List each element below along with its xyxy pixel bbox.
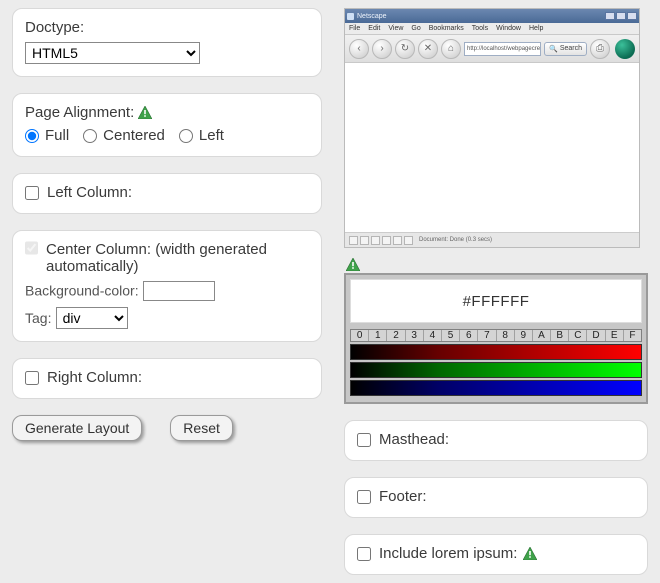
tag-label: Tag: [25,310,51,326]
align-left-radio[interactable] [179,129,193,143]
align-centered-option[interactable]: Centered [83,127,165,144]
rightcol-checkbox[interactable] [25,371,39,385]
preview-titlebar: Netscape [345,9,639,23]
preview-toolbar: ‹ › ↻ ✕ ⌂ http://localhost/webpagecreato… [345,35,639,63]
alignment-label: Page Alignment: [25,104,134,121]
leftcol-checkbox[interactable] [25,186,39,200]
tag-select[interactable]: div [56,307,128,329]
leftcol-label: Left Column: [47,184,132,201]
leftcol-panel: Left Column: [12,173,322,214]
warning-icon [346,258,360,271]
footer-panel: Footer: [344,477,648,518]
lorem-label: Include lorem ipsum: [379,545,517,562]
preview-menubar: File Edit View Go Bookmarks Tools Window… [345,23,639,35]
doctype-select[interactable]: HTML5 [25,42,200,64]
lorem-checkbox[interactable] [357,547,371,561]
rightcol-panel: Right Column: [12,358,322,399]
footer-label: Footer: [379,488,427,505]
preview-canvas [345,63,639,233]
doctype-panel: Doctype: HTML5 [12,8,322,77]
color-swatch: #FFFFFF [350,279,642,323]
address-bar: http://localhost/webpagecreator/index1.p… [464,42,541,56]
bgcolor-label: Background-color: [25,283,139,299]
blue-gradient[interactable] [350,380,642,396]
centercol-checkbox [25,241,38,255]
forward-icon: › [372,39,392,59]
browser-preview: Netscape File Edit View Go Bookmarks Too… [344,8,640,248]
red-gradient[interactable] [350,344,642,360]
alignment-panel: Page Alignment: Full Centered Left [12,93,322,157]
color-palette: #FFFFFF 0 1 2 3 4 5 6 7 8 9 A B C D E F [344,273,648,404]
lorem-panel: Include lorem ipsum: [344,534,648,575]
green-gradient[interactable] [350,362,642,378]
reload-icon: ↻ [395,39,415,59]
rightcol-label: Right Column: [47,369,142,386]
hex-header: 0 1 2 3 4 5 6 7 8 9 A B C D E F [350,329,642,342]
masthead-label: Masthead: [379,431,449,448]
align-full-radio[interactable] [25,129,39,143]
minimize-icon [605,12,615,20]
app-icon [347,13,354,20]
reset-button[interactable]: Reset [170,415,233,441]
generate-button[interactable]: Generate Layout [12,415,142,441]
centercol-label: Center Column: (width generated automati… [46,241,309,275]
preview-title: Netscape [357,13,387,20]
masthead-checkbox[interactable] [357,433,371,447]
align-left-option[interactable]: Left [179,127,224,144]
print-icon: ⎙ [590,39,610,59]
footer-checkbox[interactable] [357,490,371,504]
maximize-icon [616,12,626,20]
align-centered-radio[interactable] [83,129,97,143]
centercol-panel: Center Column: (width generated automati… [12,230,322,342]
warning-icon [523,547,537,560]
stop-icon: ✕ [418,39,438,59]
preview-statusbar: Document: Done (0.3 secs) [345,233,639,247]
doctype-label: Doctype: [25,19,309,36]
masthead-panel: Masthead: [344,420,648,461]
netscape-logo-icon [615,39,635,59]
back-icon: ‹ [349,39,369,59]
search-button: 🔍 Search [544,42,587,56]
close-icon [627,12,637,20]
warning-icon [138,106,152,119]
align-full-option[interactable]: Full [25,127,69,144]
home-icon: ⌂ [441,39,461,59]
bgcolor-input[interactable] [143,281,215,301]
